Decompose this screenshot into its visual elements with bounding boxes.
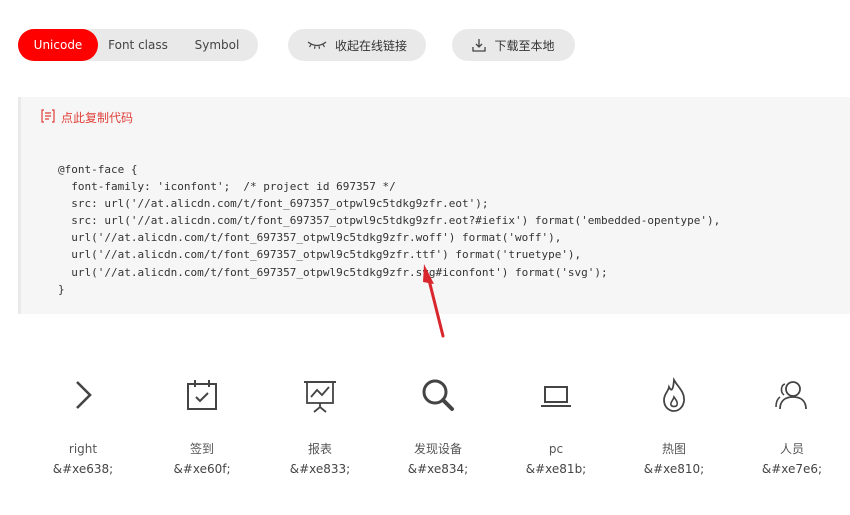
calendar-check-icon: [182, 375, 222, 419]
tab-unicode[interactable]: Unicode: [18, 29, 98, 61]
icon-name: right: [68, 442, 98, 456]
code-line: url('//at.alicdn.com/t/font_697357_otpwl…: [58, 231, 562, 245]
icon-code: &#xe833;: [289, 462, 351, 476]
annotation-arrow: [423, 264, 445, 338]
collapse-online-link-button[interactable]: 收起在线链接: [288, 29, 426, 61]
icon-card-sign-in[interactable]: 签到 &#xe60f;: [147, 372, 257, 478]
icon-code: &#xe7e6;: [761, 462, 823, 476]
code-line: url('//at.alicdn.com/t/font_697357_otpwl…: [58, 248, 582, 262]
users-icon: [772, 375, 812, 419]
laptop-icon: [536, 375, 576, 419]
icon-code: &#xe834;: [407, 462, 469, 476]
code-line: url('//at.alicdn.com/t/font_697357_otpwl…: [58, 265, 608, 279]
icon-name: 发现设备: [413, 442, 462, 456]
icon-name: 热图: [661, 442, 686, 456]
code-line: @font-face {: [58, 163, 138, 176]
tab-symbol[interactable]: Symbol: [178, 29, 256, 61]
icon-grid: right &#xe638; 签到 &#xe60f; 报表 &#xe833; 发…: [0, 372, 850, 492]
code-line: src: url('//at.alicdn.com/t/font_697357_…: [58, 197, 489, 211]
icon-card-discover-device[interactable]: 发现设备 &#xe834;: [383, 372, 493, 478]
search-icon: [418, 375, 458, 419]
icon-name: pc: [548, 442, 564, 456]
icon-name: 人员: [779, 442, 804, 456]
icon-code: &#xe810;: [643, 462, 705, 476]
font-face-code: @font-face { font-family: 'iconfont'; /*…: [58, 161, 720, 298]
download-local-button[interactable]: 下载至本地: [452, 29, 575, 61]
code-line: }: [58, 282, 65, 296]
collapse-online-link-label: 收起在线链接: [334, 38, 407, 53]
icon-card-report[interactable]: 报表 &#xe833;: [265, 372, 375, 478]
eye-closed-icon: [307, 40, 327, 50]
tab-font-class[interactable]: Font class: [98, 29, 178, 61]
copy-code-link[interactable]: 点此复制代码: [41, 109, 133, 126]
icon-code: &#xe60f;: [173, 462, 231, 476]
download-local-label: 下载至本地: [494, 38, 555, 53]
copy-code-label: 点此复制代码: [61, 111, 134, 125]
flame-icon: [654, 375, 694, 419]
code-line: font-family: 'iconfont'; /* project id 6…: [58, 180, 396, 194]
copy-icon: [41, 109, 55, 126]
unicode-tab-group: Unicode Font class Symbol: [18, 29, 258, 61]
icon-code: &#xe638;: [52, 462, 114, 476]
chevron-right-icon: [63, 375, 103, 419]
icon-card-heatmap[interactable]: 热图 &#xe810;: [619, 372, 729, 478]
icon-name: 报表: [307, 442, 332, 456]
icon-card-personnel[interactable]: 人员 &#xe7e6;: [737, 372, 847, 478]
code-line: src: url('//at.alicdn.com/t/font_697357_…: [58, 214, 721, 228]
icon-card-right[interactable]: right &#xe638;: [28, 372, 138, 478]
icon-card-pc[interactable]: pc &#xe81b;: [501, 372, 611, 478]
icon-code: &#xe81b;: [525, 462, 587, 476]
download-icon: [472, 38, 487, 52]
presentation-chart-icon: [300, 375, 340, 419]
icon-name: 签到: [189, 442, 214, 456]
